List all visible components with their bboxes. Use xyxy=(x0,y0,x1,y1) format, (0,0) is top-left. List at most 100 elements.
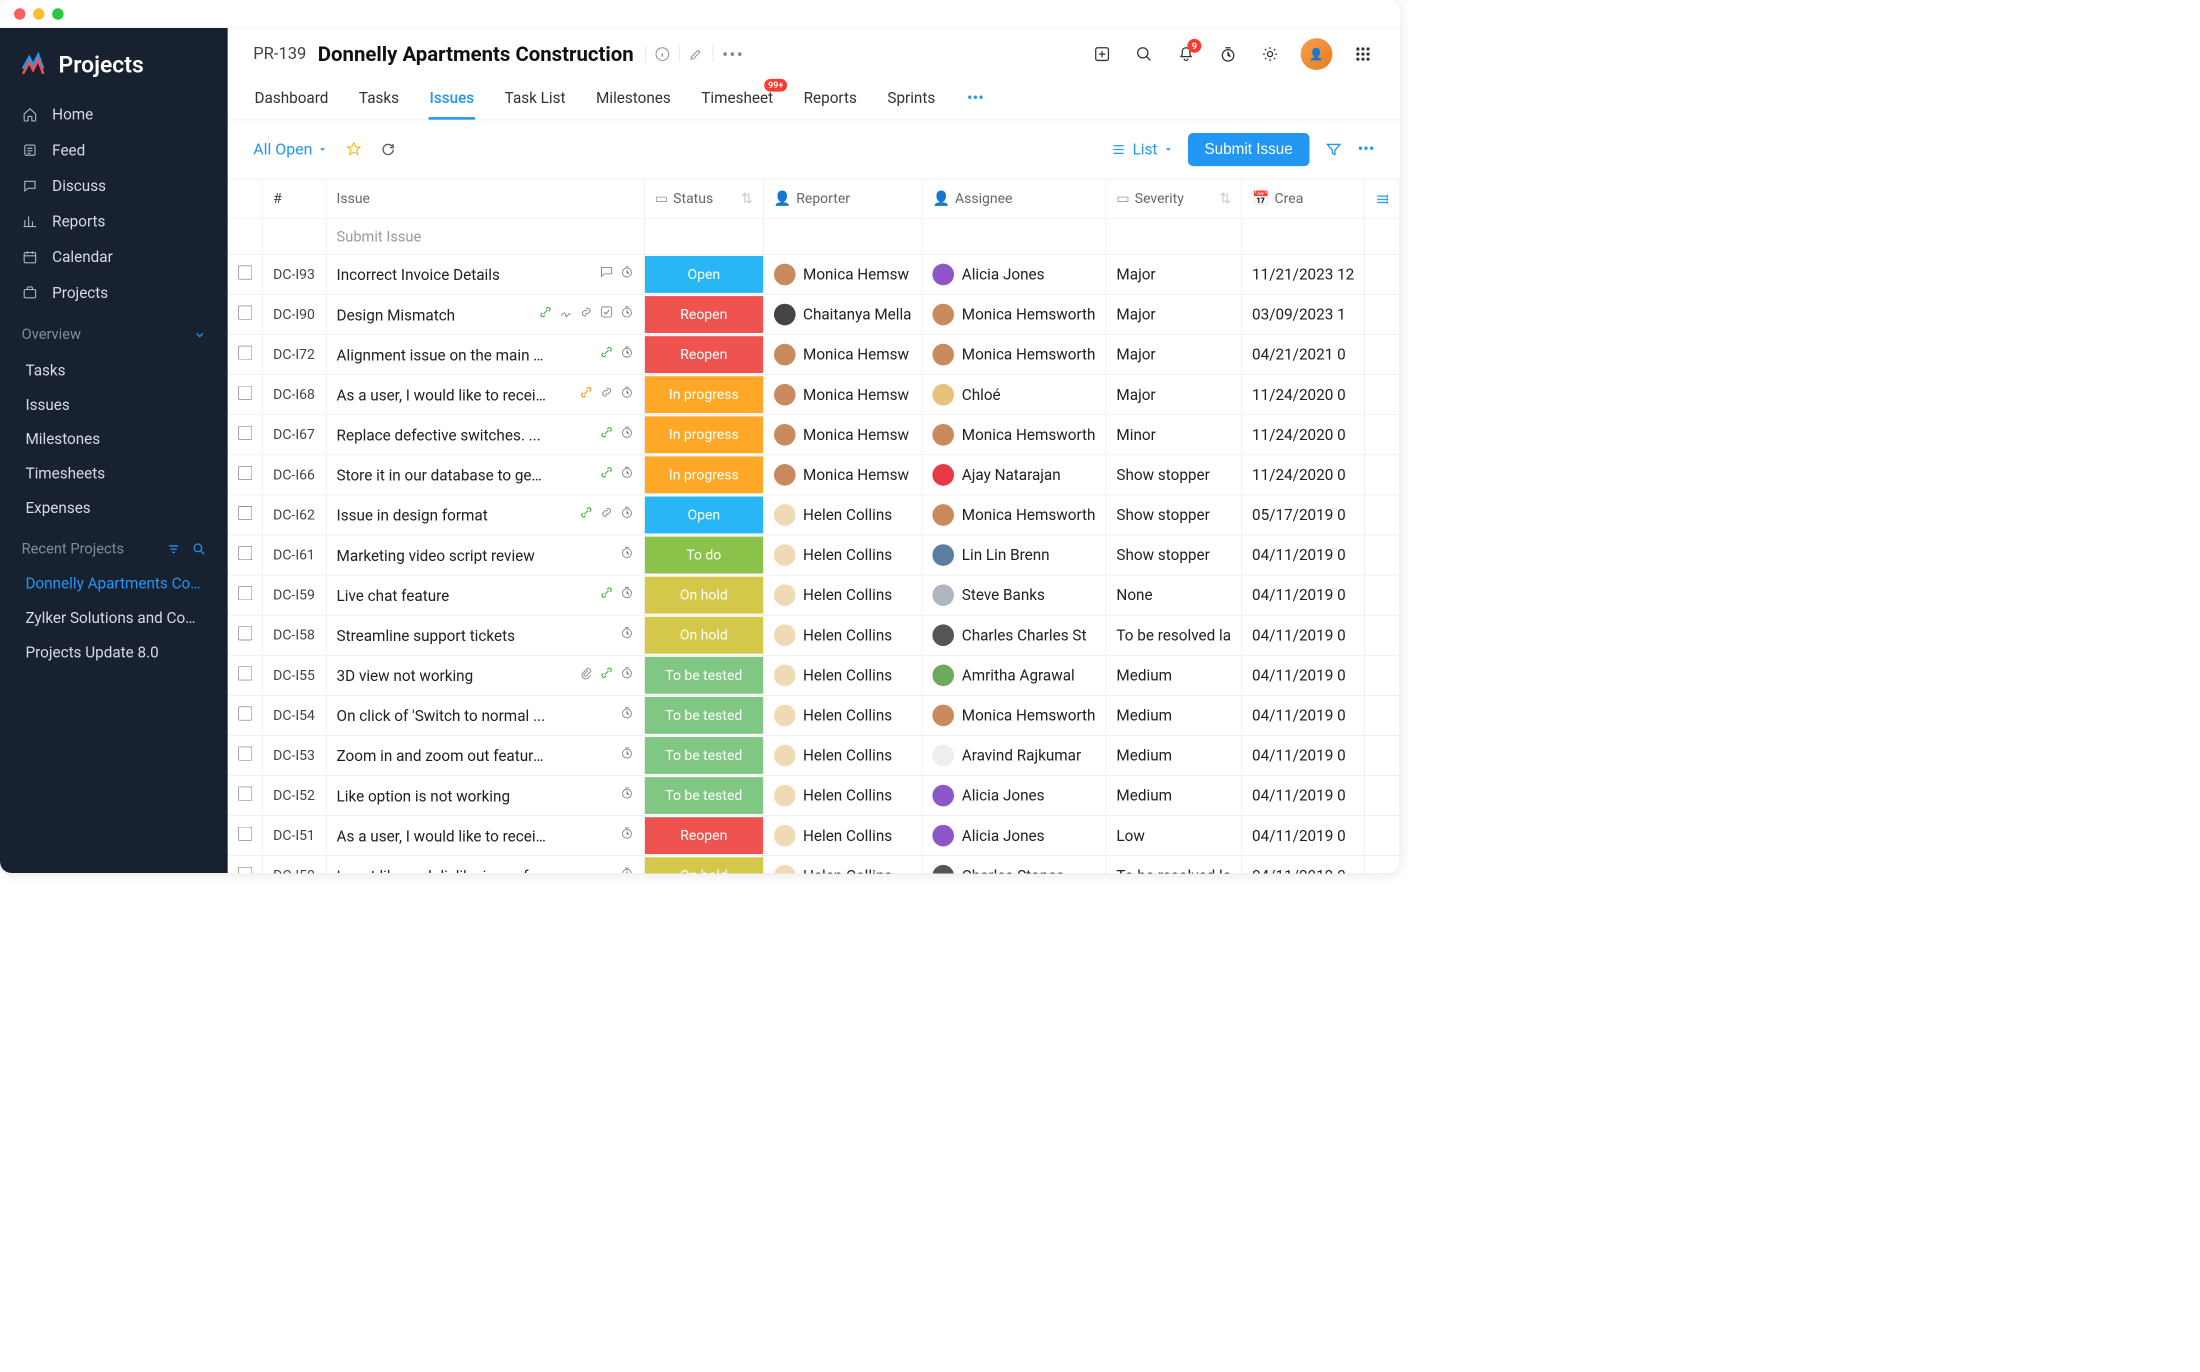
issue-row[interactable]: DC-I52Like option is not workingTo be te… xyxy=(228,775,1400,815)
submit-issue-button[interactable]: Submit Issue xyxy=(1188,133,1309,166)
row-checkbox[interactable] xyxy=(238,426,252,440)
row-checkbox[interactable] xyxy=(238,346,252,360)
assignee[interactable]: Charles Stones xyxy=(932,865,1095,873)
assignee[interactable]: Monica Hemsworth xyxy=(932,704,1095,726)
issue-row[interactable]: DC-I72Alignment issue on the main p...Re… xyxy=(228,334,1400,374)
row-checkbox[interactable] xyxy=(238,746,252,760)
assignee[interactable]: Amritha Agrawal xyxy=(932,664,1095,686)
user-avatar[interactable]: 👤 xyxy=(1301,38,1333,70)
assignee[interactable]: Monica Hemsworth xyxy=(932,504,1095,526)
nav-discuss[interactable]: Discuss xyxy=(0,168,228,204)
recent-project-item[interactable]: Donnelly Apartments Cons xyxy=(0,566,228,600)
overview-item-issues[interactable]: Issues xyxy=(0,388,228,422)
add-button[interactable] xyxy=(1091,43,1114,66)
assignee[interactable]: Alicia Jones xyxy=(932,785,1095,807)
issue-row[interactable]: DC-I553D view not workingTo be testedHel… xyxy=(228,655,1400,695)
status-badge[interactable]: To be tested xyxy=(644,777,762,814)
reporter[interactable]: Monica Hemsw xyxy=(774,384,912,406)
notifications-button[interactable]: 9 xyxy=(1175,43,1198,66)
status-badge[interactable]: Reopen xyxy=(644,336,762,373)
row-checkbox[interactable] xyxy=(238,626,252,640)
row-checkbox[interactable] xyxy=(238,867,252,873)
status-badge[interactable]: In progress xyxy=(644,416,762,453)
info-icon[interactable] xyxy=(655,46,670,61)
issue-row[interactable]: DC-I58Streamline support ticketsOn holdH… xyxy=(228,615,1400,655)
tab-sprints[interactable]: Sprints xyxy=(886,83,936,120)
col-assignee[interactable]: 👤Assignee xyxy=(922,179,1106,218)
status-badge[interactable]: To be tested xyxy=(644,697,762,734)
reporter[interactable]: Monica Hemsw xyxy=(774,344,912,366)
row-checkbox[interactable] xyxy=(238,546,252,560)
issue-title[interactable]: Live chat feature xyxy=(336,587,449,605)
tab-timesheet[interactable]: Timesheet99+ xyxy=(700,83,774,120)
nav-feed[interactable]: Feed xyxy=(0,132,228,168)
row-checkbox[interactable] xyxy=(238,265,252,279)
assignee[interactable]: Charles Charles St xyxy=(932,624,1095,646)
issue-title[interactable]: Store it in our database to gen... xyxy=(336,466,546,484)
tab-milestones[interactable]: Milestones xyxy=(595,83,672,120)
assignee[interactable]: Chloé xyxy=(932,384,1095,406)
issue-title[interactable]: Streamline support tickets xyxy=(336,627,514,645)
view-dropdown[interactable]: List xyxy=(1111,141,1173,159)
issue-row[interactable]: DC-I67Replace defective switches. ...In … xyxy=(228,415,1400,455)
reporter[interactable]: Monica Hemsw xyxy=(774,464,912,486)
reporter[interactable]: Monica Hemsw xyxy=(774,263,912,285)
issue-title[interactable]: Like option is not working xyxy=(336,787,509,805)
issues-table-wrapper[interactable]: # Issue ▭Status⇅ 👤Reporter 👤Assignee ▭Se… xyxy=(228,179,1400,873)
assignee[interactable]: Aravind Rajkumar xyxy=(932,744,1095,766)
assignee[interactable]: Lin Lin Brenn xyxy=(932,544,1095,566)
apps-button[interactable] xyxy=(1352,43,1375,66)
overview-item-expenses[interactable]: Expenses xyxy=(0,491,228,525)
issue-row[interactable]: DC-I59Live chat featureOn holdHelen Coll… xyxy=(228,575,1400,615)
search-icon[interactable] xyxy=(192,542,206,556)
row-checkbox[interactable] xyxy=(238,827,252,841)
col-severity[interactable]: ▭Severity⇅ xyxy=(1106,179,1242,218)
status-badge[interactable]: In progress xyxy=(644,456,762,493)
issue-row[interactable]: DC-I51As a user, I would like to receiv.… xyxy=(228,815,1400,855)
status-badge[interactable]: Reopen xyxy=(644,296,762,333)
window-maximize[interactable] xyxy=(52,8,63,19)
tab-dashboard[interactable]: Dashboard xyxy=(253,83,329,120)
reporter[interactable]: Helen Collins xyxy=(774,704,912,726)
issue-title[interactable]: Alignment issue on the main p... xyxy=(336,346,546,364)
star-button[interactable] xyxy=(345,141,362,158)
col-status[interactable]: ▭Status⇅ xyxy=(644,179,763,218)
search-button[interactable] xyxy=(1133,43,1156,66)
overview-item-tasks[interactable]: Tasks xyxy=(0,353,228,387)
nav-calendar[interactable]: Calendar xyxy=(0,239,228,275)
status-badge[interactable]: To be tested xyxy=(644,657,762,694)
status-badge[interactable]: Open xyxy=(644,256,762,293)
more-button[interactable]: ••• xyxy=(1358,140,1375,159)
issue-row[interactable]: DC-I54On click of 'Switch to normal ...T… xyxy=(228,695,1400,735)
filter-button[interactable] xyxy=(1325,141,1343,159)
status-badge[interactable]: On hold xyxy=(644,576,762,613)
status-badge[interactable]: In progress xyxy=(644,376,762,413)
settings-button[interactable] xyxy=(1259,43,1282,66)
issue-title[interactable]: On click of 'Switch to normal ... xyxy=(336,707,545,725)
refresh-button[interactable] xyxy=(380,141,397,158)
col-issue[interactable]: Issue xyxy=(326,179,644,218)
reporter[interactable]: Helen Collins xyxy=(774,744,912,766)
tab-reports[interactable]: Reports xyxy=(802,83,858,120)
window-close[interactable] xyxy=(14,8,25,19)
nav-home[interactable]: Home xyxy=(0,97,228,133)
assignee[interactable]: Steve Banks xyxy=(932,584,1095,606)
issue-title[interactable]: Marketing video script review xyxy=(336,546,534,564)
issue-title[interactable]: Issue in design format xyxy=(336,506,487,524)
col-settings[interactable] xyxy=(1365,179,1400,218)
issue-row[interactable]: DC-I61Marketing video script reviewTo do… xyxy=(228,535,1400,575)
timer-button[interactable] xyxy=(1217,43,1240,66)
col-id[interactable]: # xyxy=(262,179,325,218)
status-badge[interactable]: Reopen xyxy=(644,817,762,854)
reporter[interactable]: Helen Collins xyxy=(774,504,912,526)
issue-row[interactable]: DC-I90Design MismatchReopenChaitanya Mel… xyxy=(228,294,1400,334)
reporter[interactable]: Helen Collins xyxy=(774,664,912,686)
filter-dropdown[interactable]: All Open xyxy=(253,140,327,158)
issue-title[interactable]: 3D view not working xyxy=(336,667,473,685)
tab-task-list[interactable]: Task List xyxy=(503,83,566,120)
issue-row[interactable]: DC-I66Store it in our database to gen...… xyxy=(228,455,1400,495)
issue-row[interactable]: DC-I50Insert like and dislike icons for … xyxy=(228,856,1400,873)
issue-row[interactable]: DC-I93Incorrect Invoice DetailsOpenMonic… xyxy=(228,254,1400,294)
tab-tasks[interactable]: Tasks xyxy=(358,83,401,120)
overview-item-timesheets[interactable]: Timesheets xyxy=(0,456,228,490)
